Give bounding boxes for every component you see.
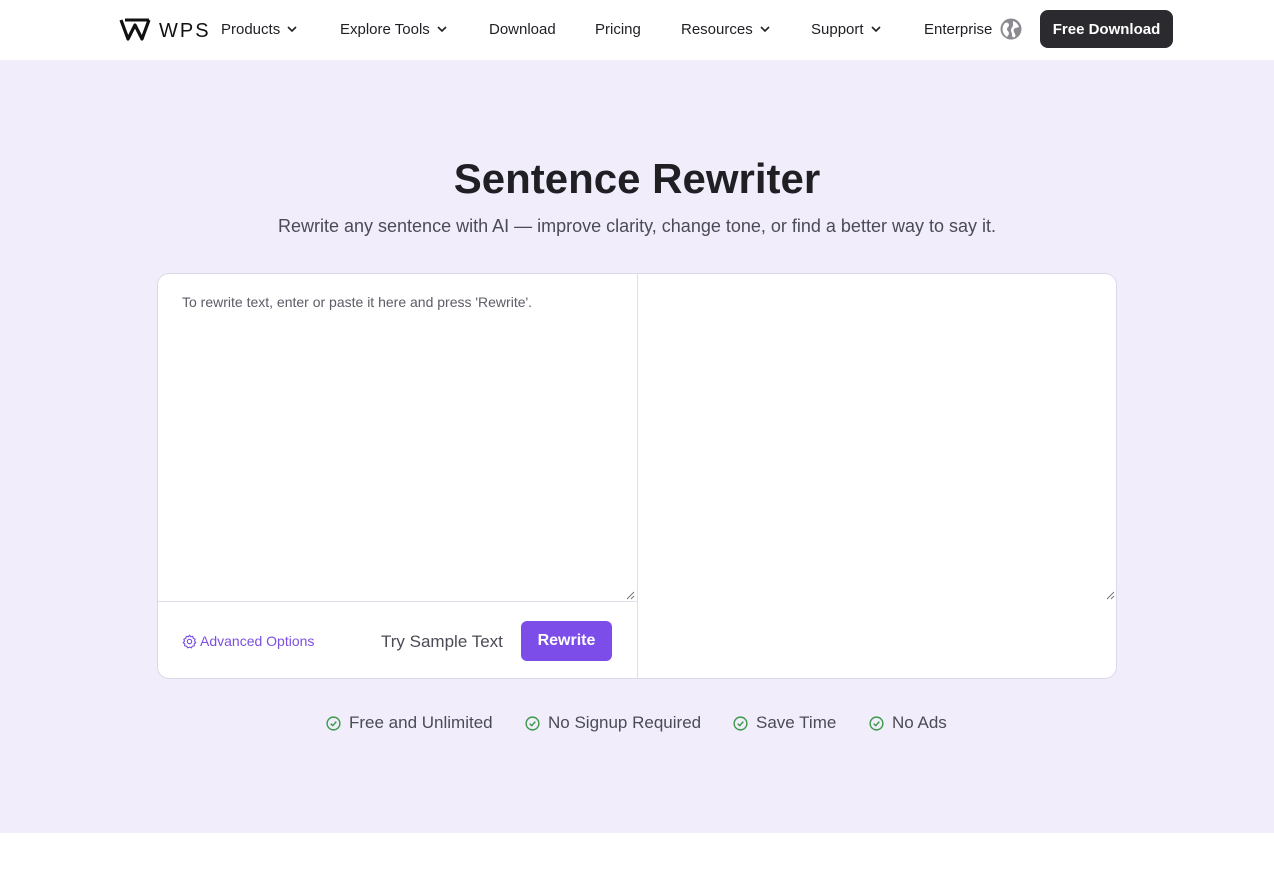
divider — [158, 601, 637, 602]
chevron-down-icon — [760, 26, 770, 33]
feature-label: No Ads — [892, 713, 947, 732]
chevron-down-icon — [287, 26, 297, 33]
rewriter-tool: Advanced Options Try Sample Text Rewrite — [157, 273, 1117, 679]
page-subtitle: Rewrite any sentence with AI — improve c… — [277, 216, 996, 236]
site-header: WPS Products Explore Tools Download Pric… — [0, 0, 1274, 60]
feature-label: Save Time — [756, 713, 837, 732]
nav-explore-tools-label: Explore Tools — [340, 20, 430, 38]
feature-label: Free and Unlimited — [349, 713, 493, 732]
page-title: Sentence Rewriter — [453, 155, 821, 202]
nav-products[interactable]: Products — [221, 19, 298, 39]
check-circle-icon — [733, 715, 748, 731]
resize-handle-icon[interactable] — [1105, 590, 1115, 600]
nav-enterprise-label: Enterprise — [924, 20, 993, 38]
input-pane: Advanced Options Try Sample Text Rewrite — [158, 274, 638, 678]
free-download-button[interactable]: Free Download — [1040, 10, 1173, 48]
feature-list: Free and Unlimited No Signup Required Sa… — [0, 713, 1274, 735]
nav-support[interactable]: Support — [811, 19, 882, 39]
check-circle-icon — [869, 715, 884, 731]
feature-item: Free and Unlimited — [326, 713, 493, 733]
check-circle-icon — [525, 715, 540, 731]
wps-logo-icon: WPS — [119, 18, 211, 42]
rewrite-button[interactable]: Rewrite — [521, 621, 612, 661]
nav-support-label: Support — [811, 20, 864, 38]
feature-item: No Signup Required — [525, 713, 701, 733]
try-sample-text-button[interactable]: Try Sample Text — [381, 632, 503, 652]
nav-products-label: Products — [221, 20, 281, 38]
output-pane[interactable] — [638, 274, 1116, 602]
feature-item: No Ads — [869, 713, 947, 733]
advanced-options-link[interactable]: Advanced Options — [182, 633, 314, 649]
nav-explore-tools[interactable]: Explore Tools — [340, 19, 448, 39]
wps-logo[interactable]: WPS — [119, 15, 213, 43]
svg-text:WPS: WPS — [159, 20, 211, 42]
globe-icon[interactable] — [999, 17, 1023, 41]
feature-item: Save Time — [733, 713, 836, 733]
nav-download[interactable]: Download — [489, 19, 556, 39]
feature-label: No Signup Required — [548, 713, 702, 732]
advanced-options-label: Advanced Options — [200, 633, 315, 649]
chevron-down-icon — [870, 26, 881, 33]
nav-resources-label: Resources — [681, 20, 753, 38]
nav-pricing[interactable]: Pricing — [595, 19, 641, 39]
gear-icon — [182, 634, 197, 648]
chevron-down-icon — [437, 26, 447, 33]
hero-section: Sentence Rewriter Rewrite any sentence w… — [0, 60, 1274, 833]
nav-resources[interactable]: Resources — [681, 19, 771, 39]
check-circle-icon — [326, 715, 341, 731]
input-textarea[interactable] — [158, 274, 637, 602]
resize-handle-icon[interactable] — [625, 590, 635, 600]
nav-enterprise[interactable]: Enterprise — [924, 19, 992, 39]
nav-pricing-label: Pricing — [595, 20, 641, 38]
nav-download-label: Download — [489, 20, 556, 38]
